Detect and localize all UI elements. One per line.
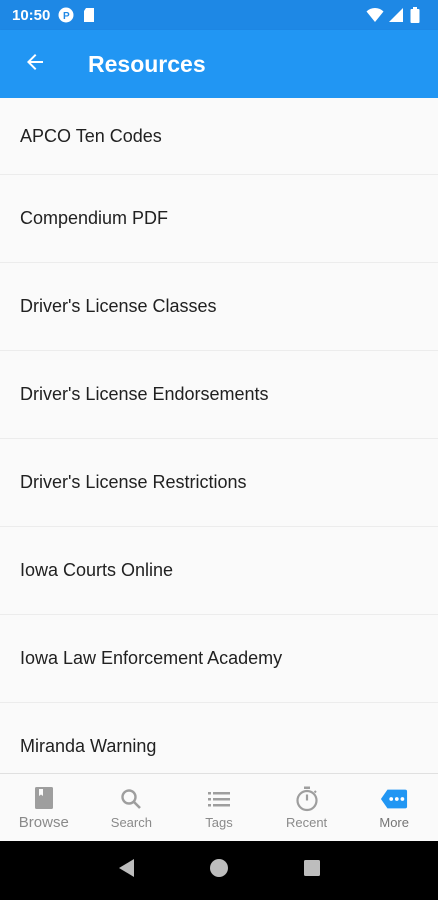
nav-tags-label: Tags	[205, 814, 233, 830]
battery-icon	[410, 7, 426, 23]
system-home-icon[interactable]	[209, 858, 229, 883]
nav-recent-label: Recent	[285, 814, 328, 830]
wifi-icon	[366, 7, 384, 23]
resources-list: APCO Ten Codes Compendium PDF Driver's L…	[0, 98, 438, 773]
list-item[interactable]: Iowa Law Enforcement Academy	[0, 615, 438, 703]
nav-search[interactable]: Search	[88, 774, 176, 841]
nav-browse[interactable]: Browse	[0, 774, 88, 841]
status-bar: 10:50 P	[0, 0, 438, 30]
nav-more-label: More	[379, 814, 409, 830]
signal-icon	[388, 7, 404, 23]
system-recents-icon[interactable]	[303, 859, 321, 882]
arrow-left-icon	[23, 50, 47, 79]
list-item[interactable]: Driver's License Endorsements	[0, 351, 438, 439]
nav-browse-label: Browse	[18, 813, 69, 831]
search-icon	[117, 786, 145, 812]
list-item[interactable]: Driver's License Restrictions	[0, 439, 438, 527]
status-time: 10:50	[12, 6, 51, 24]
nav-more[interactable]: More	[350, 774, 438, 841]
back-button[interactable]	[0, 30, 70, 98]
list-item[interactable]: Iowa Courts Online	[0, 527, 438, 615]
system-navigation-bar	[0, 841, 438, 900]
list-icon	[205, 786, 233, 812]
more-tag-icon	[380, 786, 408, 812]
nav-tags[interactable]: Tags	[175, 774, 263, 841]
list-item[interactable]: APCO Ten Codes	[0, 98, 438, 175]
nav-search-label: Search	[110, 814, 152, 830]
list-item[interactable]: Driver's License Classes	[0, 263, 438, 351]
app-notification-icon: P	[58, 7, 74, 23]
list-item[interactable]: Compendium PDF	[0, 175, 438, 263]
page-title: Resources	[88, 50, 206, 77]
app-bar: Resources	[0, 30, 438, 98]
svg-text:P: P	[63, 11, 70, 22]
stopwatch-icon	[293, 786, 321, 812]
sd-card-icon	[82, 7, 98, 23]
bottom-navigation: Browse Search Tags Recent More	[0, 773, 438, 841]
system-back-icon[interactable]	[117, 858, 135, 883]
book-icon	[30, 785, 58, 811]
list-item[interactable]: Miranda Warning	[0, 703, 438, 773]
nav-recent[interactable]: Recent	[263, 774, 351, 841]
